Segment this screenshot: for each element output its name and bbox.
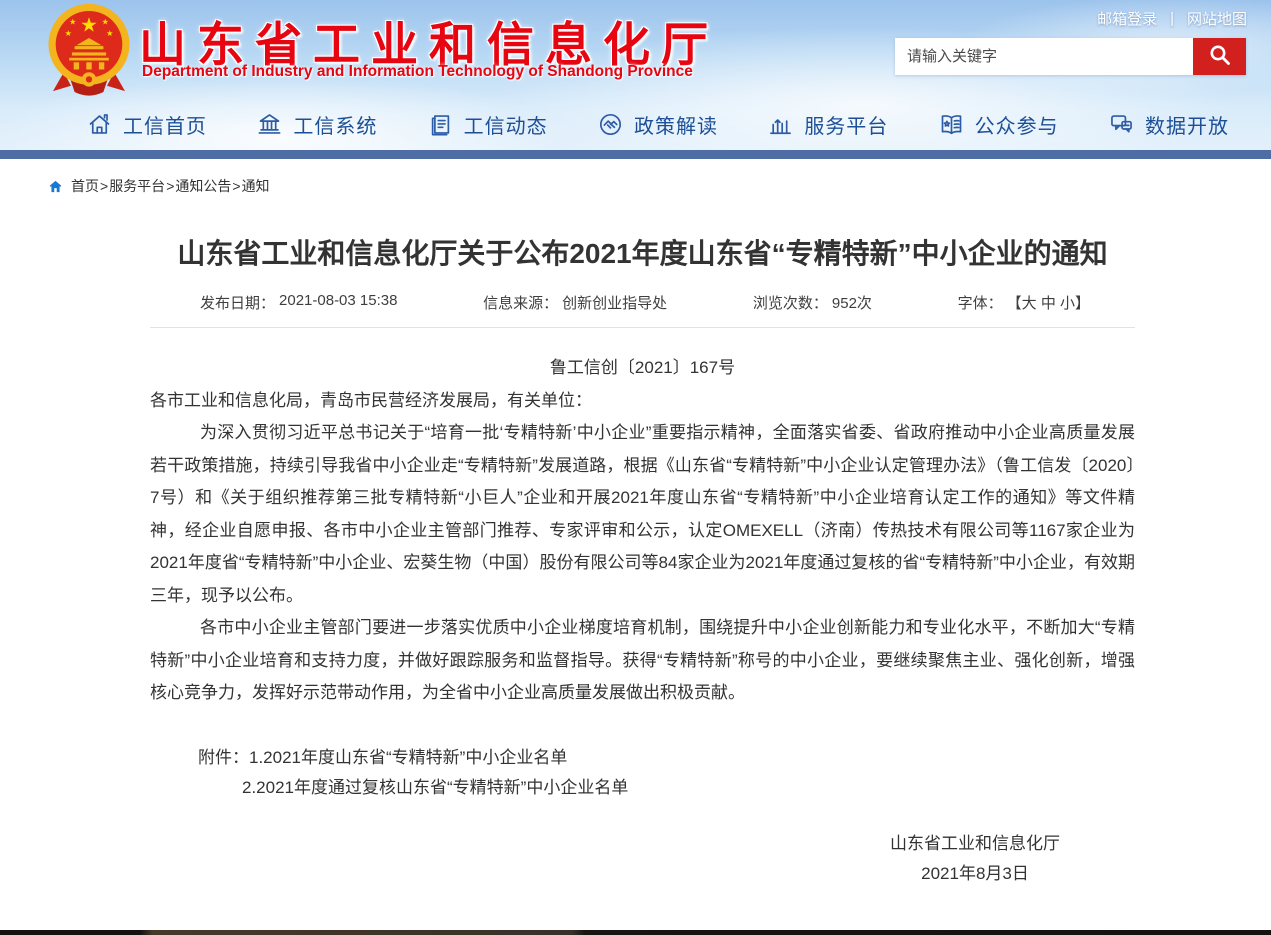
signature-block: 山东省工业和信息化厅 2021年8月3日 (830, 829, 1120, 889)
meta-font-size: 字体： 【大 中 小】 (958, 292, 1090, 313)
svg-text:★: ★ (80, 14, 98, 37)
news-icon (427, 111, 454, 138)
national-emblem-logo: ★ ★ ★ ★ ★ (44, 2, 134, 94)
top-links-separator: | (1170, 10, 1174, 27)
bank-icon (256, 111, 283, 138)
nav-item-service[interactable]: 服务平台 (767, 110, 888, 139)
main-nav: 工信首页 工信系统 工信动态 政策解读 服务平台 (0, 98, 1271, 150)
chart-icon (767, 111, 794, 138)
breadcrumb-item-notices[interactable]: 通知公告 (175, 176, 231, 196)
mail-login-link[interactable]: 邮箱登录 (1097, 8, 1157, 29)
views-value: 952次 (832, 292, 872, 313)
meta-publish-date: 发布日期： 2021-08-03 15:38 (200, 292, 397, 313)
nav-item-news[interactable]: 工信动态 (427, 110, 548, 139)
top-utility-links: 邮箱登录 | 网站地图 (1097, 8, 1247, 29)
source-label: 信息来源： (483, 292, 558, 313)
home-icon (86, 111, 113, 138)
document-number: 鲁工信创〔2021〕167号 (150, 352, 1135, 385)
article-meta: 发布日期： 2021-08-03 15:38 信息来源： 创新创业指导处 浏览次… (150, 292, 1135, 313)
search-box (895, 38, 1246, 75)
open-book-icon (938, 111, 965, 138)
svg-text:★: ★ (69, 17, 76, 27)
nav-label: 服务平台 (804, 110, 888, 139)
search-icon (1208, 43, 1232, 70)
meta-divider-line (150, 327, 1135, 328)
attachment-link-1[interactable]: 1.2021年度山东省“专精特新”中小企业名单 (249, 748, 567, 767)
article: 山东省工业和信息化厅关于公布2021年度山东省“专精特新”中小企业的通知 发布日… (150, 232, 1135, 889)
attachments-label: 附件： (198, 748, 249, 767)
breadcrumb-separator: > (232, 178, 240, 194)
publish-date-value: 2021-08-03 15:38 (279, 292, 397, 313)
source-value: 创新创业指导处 (562, 292, 667, 313)
paragraph: 为深入贯彻习近平总书记关于“培育一批‘专精特新’中小企业”重要指示精神，全面落实… (150, 417, 1135, 612)
nav-item-participation[interactable]: 公众参与 (938, 110, 1059, 139)
site-map-link[interactable]: 网站地图 (1187, 8, 1247, 29)
publish-date-label: 发布日期： (200, 292, 275, 313)
search-input[interactable] (895, 38, 1193, 75)
header-divider-bar (0, 150, 1271, 159)
nav-label: 政策解读 (634, 110, 718, 139)
signature-date: 2021年8月3日 (830, 859, 1120, 889)
meta-views: 浏览次数： 952次 (753, 292, 872, 313)
breadcrumb-item-service[interactable]: 服务平台 (109, 176, 165, 196)
nav-label: 公众参与 (975, 110, 1059, 139)
nav-label: 数据开放 (1145, 110, 1229, 139)
breadcrumb-item-notice[interactable]: 通知 (242, 176, 270, 196)
breadcrumb-item-home[interactable]: 首页 (71, 176, 99, 196)
breadcrumb: 首页>服务平台>通知公告>通知 (48, 176, 270, 196)
svg-text:★: ★ (102, 17, 109, 27)
views-label: 浏览次数： (753, 292, 828, 313)
nav-label: 工信首页 (123, 110, 207, 139)
svg-text:★: ★ (106, 28, 113, 38)
meta-source: 信息来源： 创新创业指导处 (483, 292, 667, 313)
nav-item-home[interactable]: 工信首页 (86, 110, 207, 139)
breadcrumb-home-icon (48, 179, 63, 194)
salutation: 各市工业和信息化局，青岛市民营经济发展局，有关单位： (150, 385, 1135, 418)
nav-item-open-data[interactable]: 数据开放 (1108, 110, 1229, 139)
nav-label: 工信系统 (293, 110, 377, 139)
paragraph: 各市中小企业主管部门要进一步落实优质中小企业梯度培育机制，围绕提升中小企业创新能… (150, 612, 1135, 710)
nav-item-system[interactable]: 工信系统 (256, 110, 377, 139)
svg-text:★: ★ (65, 28, 72, 38)
site-subtitle-en: Department of Industry and Information T… (142, 63, 693, 81)
attachments: 附件：1.2021年度山东省“专精特新”中小企业名单 2.2021年度通过复核山… (150, 743, 1135, 803)
font-size-options[interactable]: 【大 中 小】 (1007, 292, 1090, 313)
signature-org: 山东省工业和信息化厅 (830, 829, 1120, 859)
attachment-link-2[interactable]: 2.2021年度通过复核山东省“专精特新”中小企业名单 (242, 778, 628, 797)
site-header: ★ ★ ★ ★ ★ 山东省工业和信息化厅 Department of Indus… (0, 0, 1271, 150)
article-body: 鲁工信创〔2021〕167号 各市工业和信息化局，青岛市民营经济发展局，有关单位… (150, 352, 1135, 889)
chat-bubbles-icon (1108, 111, 1135, 138)
nav-label: 工信动态 (464, 110, 548, 139)
handshake-icon (597, 111, 624, 138)
nav-item-policy[interactable]: 政策解读 (597, 110, 718, 139)
font-size-label: 字体： (958, 292, 1003, 313)
breadcrumb-separator: > (100, 178, 108, 194)
breadcrumb-separator: > (166, 178, 174, 194)
search-button[interactable] (1193, 38, 1246, 75)
footer-edge (0, 930, 1271, 935)
article-title: 山东省工业和信息化厅关于公布2021年度山东省“专精特新”中小企业的通知 (150, 232, 1135, 276)
